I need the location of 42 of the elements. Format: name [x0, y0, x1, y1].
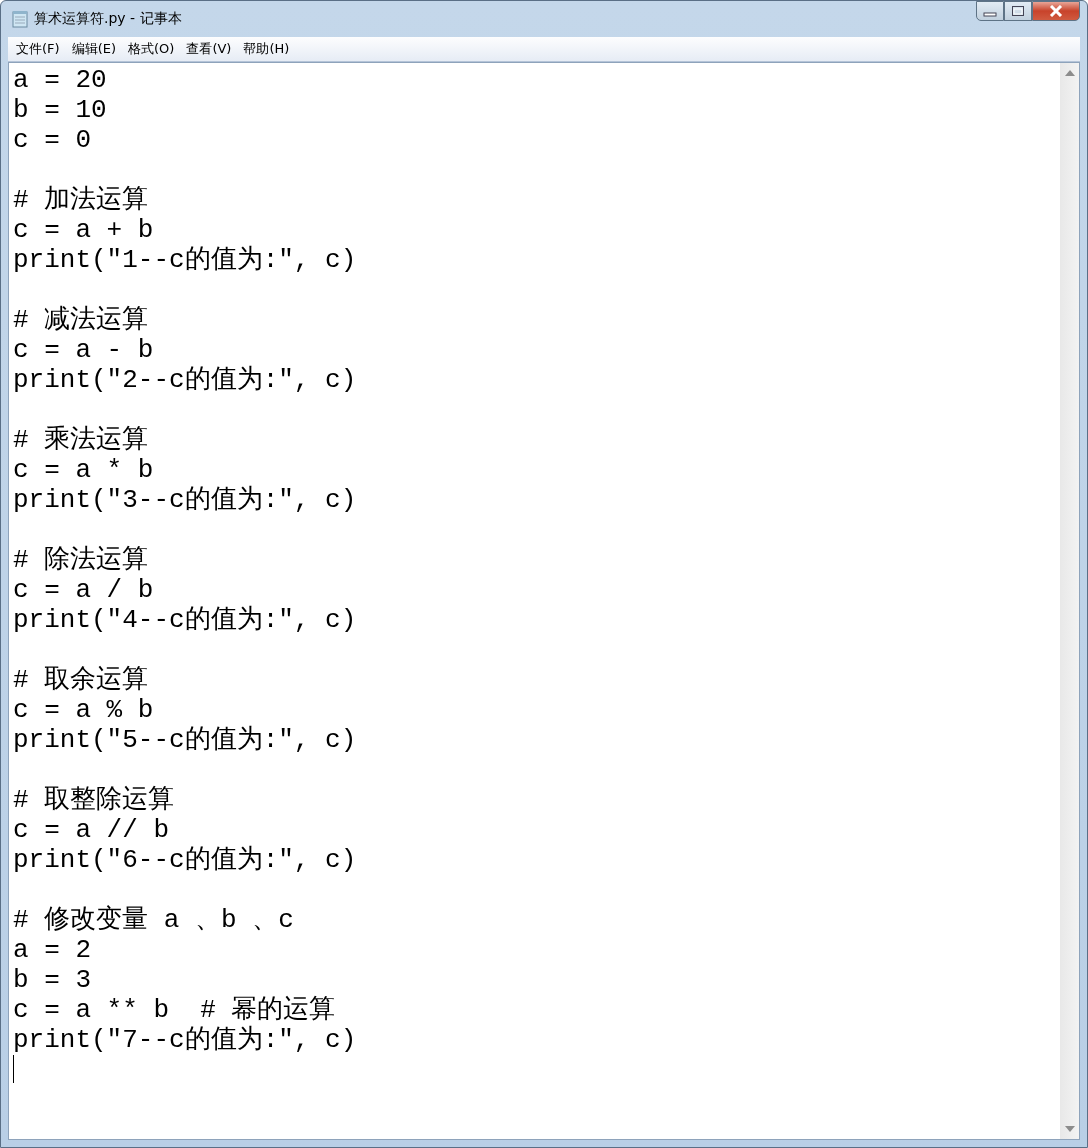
code-line: print("4--c的值为:", c)	[13, 605, 357, 635]
code-line: c = 0	[13, 125, 91, 155]
code-line: b = 10	[13, 95, 107, 125]
code-line: c = a + b	[13, 215, 154, 245]
code-line: a = 20	[13, 65, 107, 95]
code-line: print("5--c的值为:", c)	[13, 725, 357, 755]
code-line: print("7--c的值为:", c)	[13, 1025, 357, 1055]
scroll-up-icon[interactable]	[1064, 70, 1075, 76]
code-line: print("2--c的值为:", c)	[13, 365, 357, 395]
code-line: # 乘法运算	[13, 425, 149, 455]
window-title: 算术运算符.py - 记事本	[34, 10, 182, 28]
menu-item[interactable]: 查看(V)	[180, 40, 238, 58]
code-line: # 减法运算	[13, 305, 149, 335]
scrollbar[interactable]	[1060, 63, 1079, 1139]
minimize-button[interactable]	[976, 1, 1004, 21]
close-button[interactable]	[1032, 1, 1080, 21]
menu-item[interactable]: 文件(F)	[10, 40, 66, 58]
code-line: c = a ** b # 幂的运算	[13, 995, 336, 1025]
code-line: a = 2	[13, 935, 91, 965]
code-line: c = a - b	[13, 335, 154, 365]
code-line: c = a * b	[13, 455, 154, 485]
code-line: print("3--c的值为:", c)	[13, 485, 357, 515]
menu-item[interactable]: 格式(O)	[122, 40, 181, 58]
text-cursor	[13, 1055, 14, 1083]
code-line: b = 3	[13, 965, 91, 995]
menu-item[interactable]: 帮助(H)	[237, 40, 296, 58]
notepad-icon	[12, 10, 28, 28]
code-line: print("1--c的值为:", c)	[13, 245, 357, 275]
code-line: print("6--c的值为:", c)	[13, 845, 357, 875]
code-line: c = a / b	[13, 575, 154, 605]
code-line: # 加法运算	[13, 185, 149, 215]
menu-item[interactable]: 编辑(E)	[65, 40, 122, 58]
scroll-down-icon[interactable]	[1064, 1126, 1075, 1132]
code-line: c = a // b	[13, 815, 170, 845]
code-line: # 取余运算	[13, 665, 149, 695]
maximize-button[interactable]	[1004, 1, 1032, 21]
maximize-icon[interactable]	[1011, 5, 1025, 17]
close-icon[interactable]	[1048, 5, 1064, 17]
code-line: # 除法运算	[13, 545, 149, 575]
code-line: # 修改变量 a 、b 、c	[13, 905, 294, 935]
code-line: c = a % b	[13, 695, 154, 725]
code-line: # 取整除运算	[13, 785, 175, 815]
